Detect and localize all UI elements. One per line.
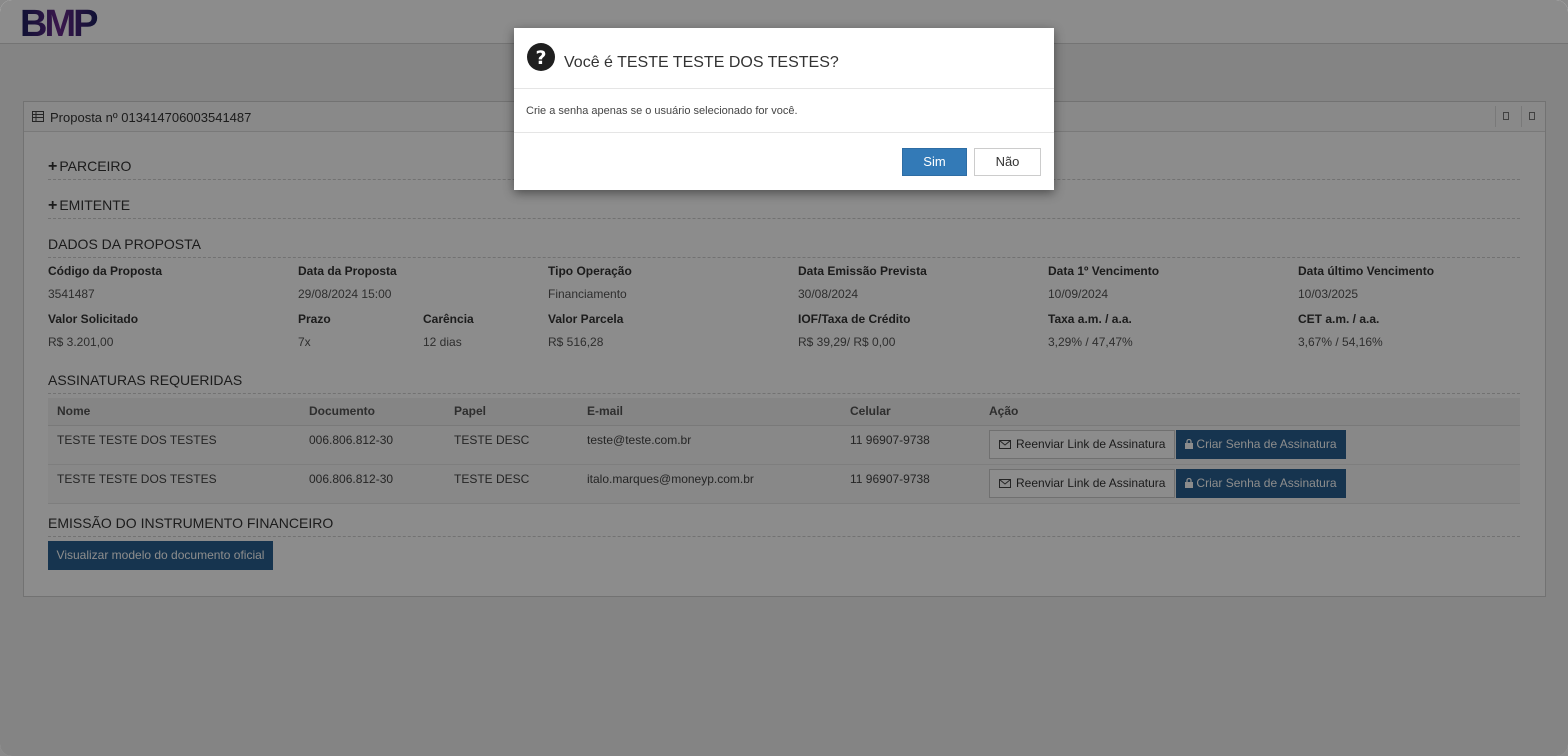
no-button[interactable]: Não bbox=[974, 148, 1041, 176]
yes-button[interactable]: Sim bbox=[902, 148, 967, 176]
question-circle-icon: ? bbox=[527, 43, 555, 71]
confirm-dialog: ? Você é TESTE TESTE DOS TESTES? Crie a … bbox=[514, 28, 1054, 190]
dialog-header: ? Você é TESTE TESTE DOS TESTES? bbox=[514, 28, 1054, 89]
dialog-body: Crie a senha apenas se o usuário selecio… bbox=[514, 89, 1054, 133]
svg-text:?: ? bbox=[535, 47, 546, 69]
dialog-message: Crie a senha apenas se o usuário selecio… bbox=[526, 105, 798, 117]
dialog-footer: Sim Não bbox=[514, 133, 1054, 189]
dialog-title: Você é TESTE TESTE DOS TESTES? bbox=[564, 54, 839, 71]
